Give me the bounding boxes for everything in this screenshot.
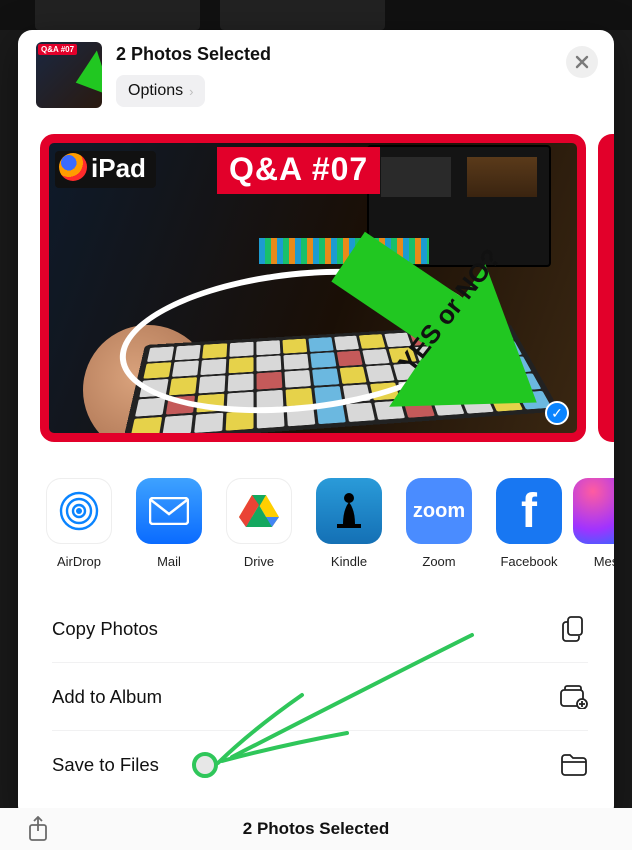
action-add-to-album[interactable]: Add to Album xyxy=(52,663,588,731)
app-label: Facebook xyxy=(500,554,557,569)
facebook-icon: f xyxy=(496,478,562,544)
action-label: Copy Photos xyxy=(52,618,158,640)
app-label: Drive xyxy=(244,554,274,569)
share-app-mail[interactable]: Mail xyxy=(136,478,202,569)
zoom-icon: zoom xyxy=(406,478,472,544)
footer-selection-count: 2 Photos Selected xyxy=(243,819,389,839)
background-toolbar: 2 Photos Selected xyxy=(0,808,632,850)
action-save-to-files[interactable]: Save to Files xyxy=(52,731,588,799)
background-photo-grid xyxy=(0,0,632,30)
actions-list: Copy Photos Add to Album Save to Files xyxy=(18,579,614,799)
app-label: AirDrop xyxy=(57,554,101,569)
share-app-airdrop[interactable]: AirDrop xyxy=(46,478,112,569)
chevron-right-icon: › xyxy=(189,84,193,99)
action-copy-photos[interactable]: Copy Photos xyxy=(52,595,588,663)
airdrop-icon xyxy=(46,478,112,544)
share-app-facebook[interactable]: f Facebook xyxy=(496,478,562,569)
share-app-kindle[interactable]: Kindle xyxy=(316,478,382,569)
messenger-icon xyxy=(573,478,614,544)
preview-qa-badge: Q&A #07 xyxy=(217,147,380,194)
close-button[interactable] xyxy=(566,46,598,78)
action-label: Add to Album xyxy=(52,686,162,708)
kindle-icon xyxy=(316,478,382,544)
preview-photo-1[interactable]: YES or NO? iPad Q&A #07 ✓ xyxy=(40,134,586,442)
options-button[interactable]: Options › xyxy=(116,75,205,107)
preview-photo-2[interactable] xyxy=(598,134,614,442)
davinci-logo-icon xyxy=(59,153,87,181)
folder-icon xyxy=(560,751,588,779)
share-sheet: Q&A #07 2 Photos Selected Options › YES … xyxy=(18,30,614,820)
app-label: Mes xyxy=(594,554,614,569)
app-label: Mail xyxy=(157,554,181,569)
drive-icon xyxy=(226,478,292,544)
thumb-badge: Q&A #07 xyxy=(38,44,77,55)
copy-icon xyxy=(560,615,588,643)
share-app-drive[interactable]: Drive xyxy=(226,478,292,569)
close-icon xyxy=(575,55,589,69)
album-add-icon xyxy=(560,683,588,711)
share-app-zoom[interactable]: zoom Zoom xyxy=(406,478,472,569)
app-label: Kindle xyxy=(331,554,367,569)
selected-checkmark-icon[interactable]: ✓ xyxy=(545,401,569,425)
preview-carousel[interactable]: YES or NO? iPad Q&A #07 ✓ xyxy=(18,114,614,448)
app-label: Zoom xyxy=(422,554,455,569)
share-apps-row[interactable]: AirDrop Mail Drive Kindle zoom Zoom f F xyxy=(18,448,614,579)
action-label: Save to Files xyxy=(52,754,159,776)
share-icon[interactable] xyxy=(28,817,48,841)
mail-icon xyxy=(136,478,202,544)
options-label: Options xyxy=(128,82,183,100)
share-app-messenger[interactable]: Mes xyxy=(586,478,614,569)
share-sheet-header: Q&A #07 2 Photos Selected Options › xyxy=(18,30,614,114)
header-thumbnail[interactable]: Q&A #07 xyxy=(36,42,102,108)
annotation-target-ring xyxy=(192,752,218,778)
selection-title: 2 Photos Selected xyxy=(116,44,552,65)
